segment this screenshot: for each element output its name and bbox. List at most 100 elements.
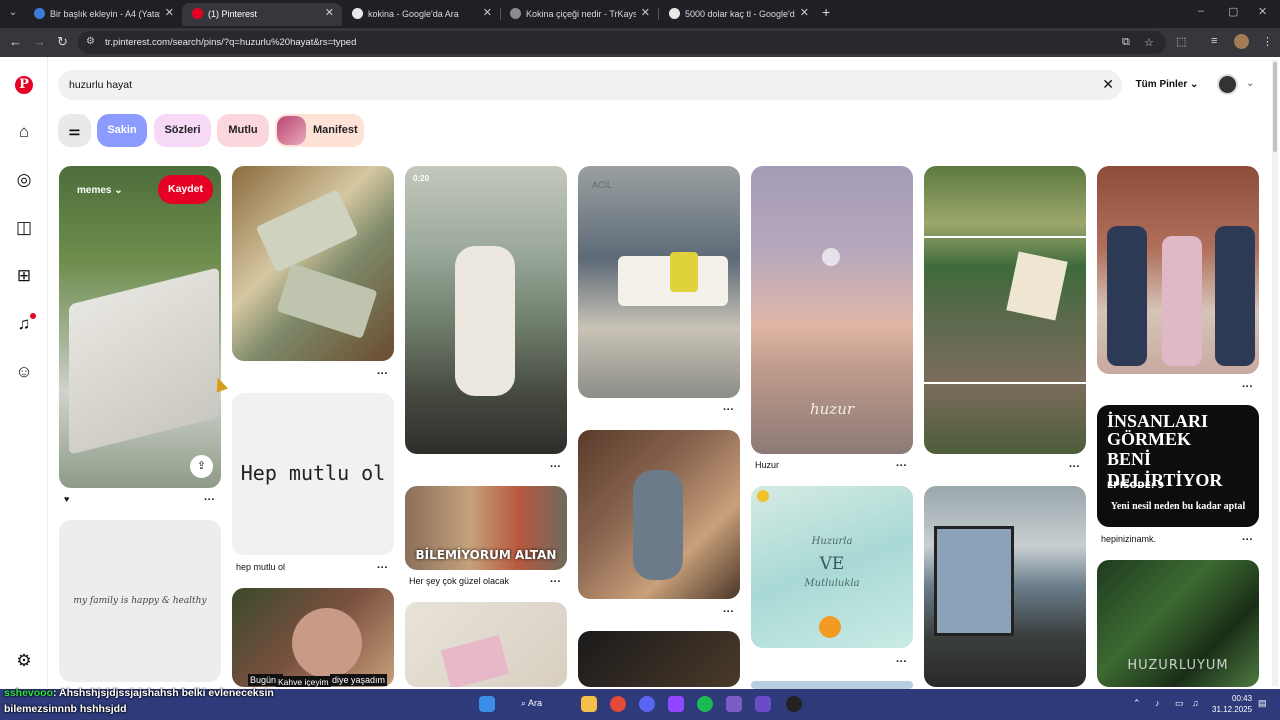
pin-card[interactable] (578, 430, 740, 599)
address-bar[interactable]: ⚙ tr.pinterest.com/search/pins/?q=huzurl… (78, 31, 1166, 54)
windows-start-icon[interactable] (479, 696, 495, 712)
premiere-icon[interactable] (726, 696, 742, 712)
pin-caption: ♥ (64, 494, 70, 504)
pin-card[interactable]: 0:20 (405, 166, 567, 454)
pin-card[interactable]: ACİL (578, 166, 740, 398)
tab-title: kokina - Google'da Ara (368, 9, 459, 19)
filter-settings-button[interactable]: ⚌ (58, 114, 91, 147)
more-options-icon[interactable]: ··· (896, 460, 907, 472)
more-options-icon[interactable]: ··· (1242, 534, 1253, 546)
scrollbar-thumb[interactable] (1273, 62, 1277, 152)
tab-google-kokina[interactable]: kokina - Google'da Ara ✕ (342, 3, 500, 26)
messages-icon[interactable]: ☺ (14, 362, 34, 382)
network-icon[interactable]: ▭ (1175, 698, 1184, 709)
pin-card[interactable]: İNSANLARI GÖRMEK BENİ DELİRTİYOR EPISODE… (1097, 405, 1259, 527)
user-avatar[interactable] (1217, 74, 1238, 95)
pin-card[interactable] (751, 681, 913, 689)
new-tab-plus-icon[interactable]: + (822, 4, 830, 20)
close-tab-icon[interactable]: ✕ (325, 6, 334, 19)
pin-card[interactable] (578, 631, 740, 687)
close-tab-icon[interactable]: ✕ (483, 6, 492, 19)
more-options-icon[interactable]: ··· (723, 404, 734, 416)
system-clock[interactable]: 00:43 31.12.2025 (1212, 693, 1252, 715)
chrome-icon[interactable] (610, 696, 626, 712)
minimize-icon[interactable]: – (1198, 5, 1204, 17)
pin-card[interactable] (405, 602, 567, 687)
tab-trkayseri[interactable]: Kokina çiçeği nedir - TrKayseri ✕ (500, 3, 658, 26)
close-tab-icon[interactable]: ✕ (800, 6, 809, 19)
pin-card[interactable] (232, 166, 394, 361)
chip-manifest[interactable]: Manifest (275, 114, 364, 147)
more-options-icon[interactable]: ··· (204, 494, 215, 506)
more-options-icon[interactable]: ··· (1242, 381, 1253, 393)
close-window-icon[interactable]: ✕ (1258, 5, 1267, 18)
pin-card[interactable]: BİLEMİYORUM ALTAN (405, 486, 567, 570)
pin-card[interactable] (1097, 166, 1259, 374)
pin-card[interactable]: memes ⌄ Kaydet ⇪ (59, 166, 221, 488)
page-scrollbar[interactable] (1272, 60, 1278, 686)
more-options-icon[interactable]: ··· (896, 656, 907, 668)
chip-sakin[interactable]: Sakin (97, 114, 147, 147)
more-options-icon[interactable]: ··· (377, 368, 388, 380)
account-chevron-icon[interactable]: ⌄ (1246, 78, 1254, 89)
tab-search-chevron-icon[interactable]: ⌄ (4, 4, 22, 22)
browser-menu-icon[interactable]: ⋮ (1262, 35, 1273, 48)
pin-card[interactable]: huzur (751, 166, 913, 454)
back-arrow-icon[interactable]: ← (9, 34, 22, 49)
discord-icon[interactable] (639, 696, 655, 712)
file-explorer-icon[interactable] (581, 696, 597, 712)
share-icon[interactable]: ⇪ (190, 455, 213, 478)
close-tab-icon[interactable]: ✕ (641, 6, 650, 19)
boards-icon[interactable]: ◫ (14, 218, 34, 238)
taskbar-search[interactable]: ⌕ Ara (521, 698, 542, 709)
profile-avatar[interactable] (1234, 34, 1249, 49)
tab-canva[interactable]: Bir başlık ekleyin - A4 (Yatay) ✕ (24, 3, 182, 26)
save-button[interactable]: Kaydet (158, 175, 213, 204)
tray-chevron-icon[interactable]: ⌃ (1133, 698, 1141, 709)
spotify-icon[interactable] (697, 696, 713, 712)
pin-card[interactable]: Hep mutlu ol (232, 393, 394, 555)
pin-scope-dropdown[interactable]: Tüm Pinler ⌄ (1126, 70, 1208, 100)
pin-card[interactable]: my family is happy & healthy (59, 520, 221, 682)
illustrator-icon[interactable] (755, 696, 771, 712)
create-plus-icon[interactable]: ⊞ (14, 266, 34, 286)
chip-mutlu[interactable]: Mutlu (217, 114, 269, 147)
pin-card[interactable] (924, 486, 1086, 687)
tab-pinterest[interactable]: (1) Pinterest ✕ (182, 3, 342, 26)
board-selector[interactable]: memes ⌄ (77, 185, 123, 196)
clear-search-icon[interactable]: ✕ (1102, 76, 1114, 93)
obs-icon[interactable] (786, 696, 802, 712)
bookmark-star-icon[interactable]: ☆ (1144, 36, 1154, 49)
site-info-icon[interactable]: ⚙ (86, 36, 98, 48)
install-app-icon[interactable]: ⧉ (1122, 36, 1130, 49)
pin-caption: Huzur (755, 460, 780, 470)
notifications-icon[interactable]: ▤ (1258, 698, 1267, 709)
extensions-icon[interactable]: ⬚ (1176, 35, 1186, 48)
tab-title: 5000 dolar kaç tl - Google'da A (685, 9, 795, 19)
more-options-icon[interactable]: ··· (1069, 461, 1080, 473)
more-options-icon[interactable]: ··· (550, 461, 561, 473)
volume-icon[interactable]: ♫ (1192, 698, 1199, 708)
pin-caption: hep mutlu ol (236, 562, 286, 572)
pin-card[interactable]: HUZURLUYUM (1097, 560, 1259, 687)
pinterest-search-bar[interactable]: huzurlu hayat ✕ (58, 70, 1122, 100)
more-options-icon[interactable]: ··· (550, 576, 561, 588)
reload-icon[interactable]: ↻ (57, 34, 68, 50)
twitch-icon[interactable] (668, 696, 684, 712)
mic-icon[interactable]: ♪ (1155, 698, 1160, 708)
pin-card[interactable] (924, 166, 1086, 454)
pin-card[interactable]: Bugünü Kahve içeyim diye yaşadım (232, 588, 394, 687)
media-controls-icon[interactable]: ≡ (1211, 35, 1217, 47)
chip-sozleri[interactable]: Sözleri (154, 114, 211, 147)
maximize-icon[interactable]: ▢ (1228, 5, 1238, 18)
more-options-icon[interactable]: ··· (377, 562, 388, 574)
pin-card[interactable]: Huzurla VE Mutlulukla (751, 486, 913, 648)
pinterest-logo-icon[interactable]: P (15, 76, 33, 94)
explore-compass-icon[interactable]: ◎ (14, 170, 34, 190)
close-tab-icon[interactable]: ✕ (165, 6, 174, 19)
more-options-icon[interactable]: ··· (723, 606, 734, 618)
tab-google-dolar[interactable]: 5000 dolar kaç tl - Google'da A ✕ (659, 3, 817, 26)
settings-gear-icon[interactable]: ⚙ (14, 651, 34, 671)
home-icon[interactable]: ⌂ (14, 122, 34, 142)
forward-arrow-icon[interactable]: → (33, 34, 46, 49)
